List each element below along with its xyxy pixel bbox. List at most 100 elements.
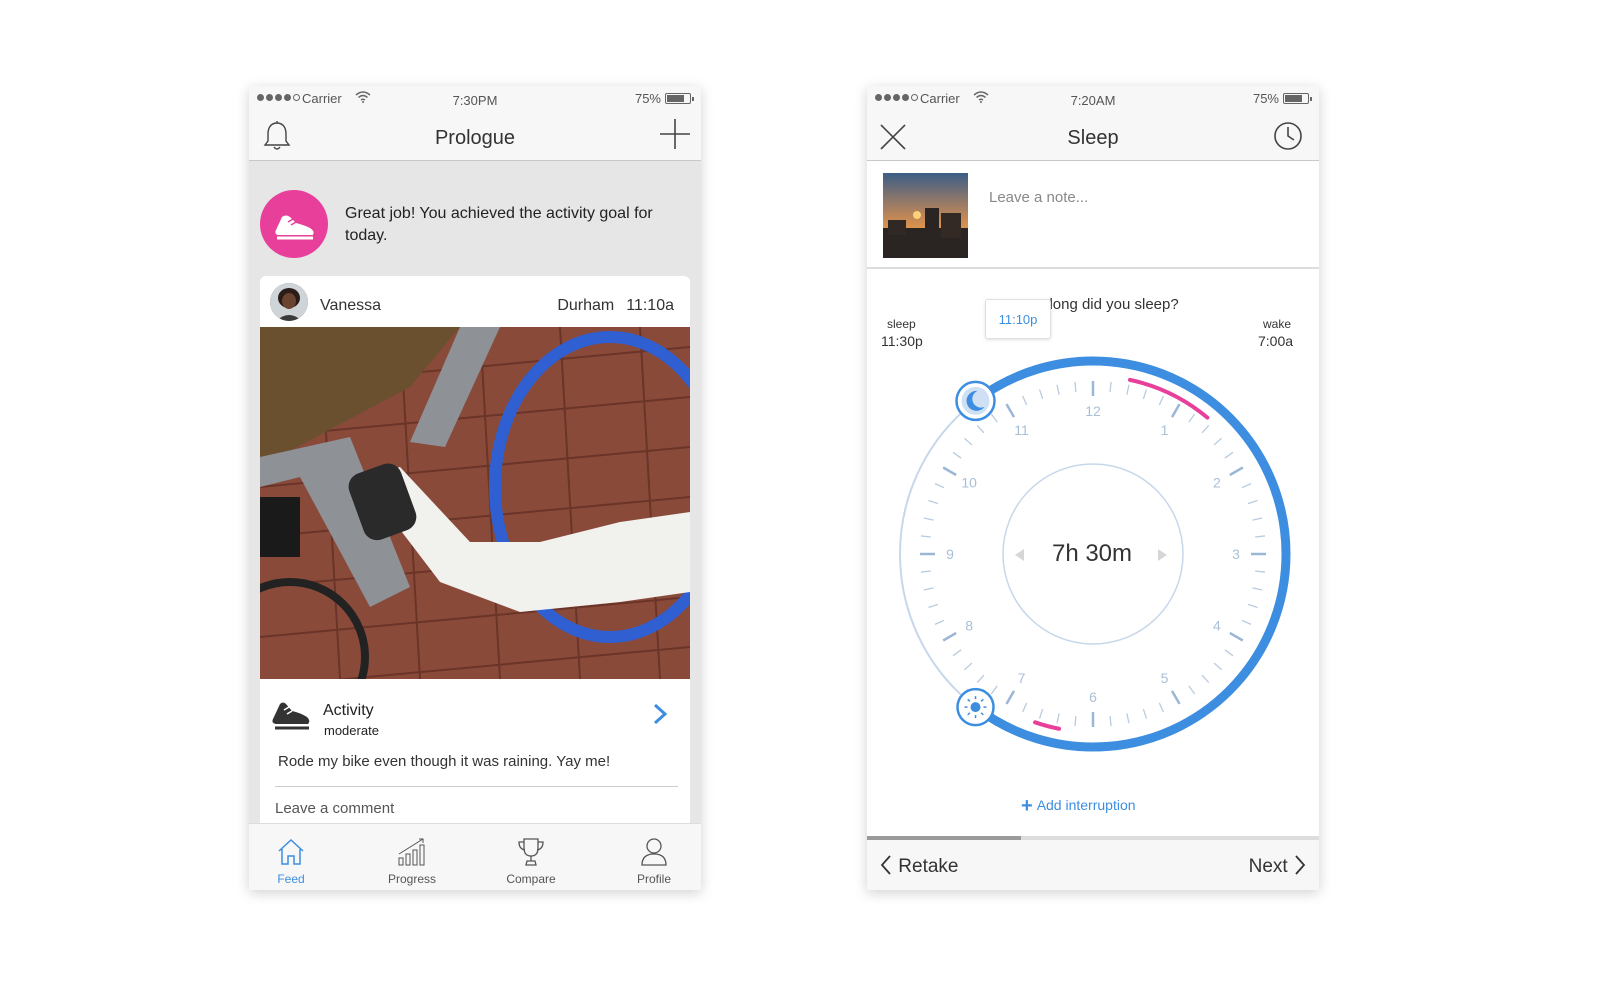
dial-tick xyxy=(942,466,957,477)
dial-tick xyxy=(1255,535,1266,538)
wake-label: wake xyxy=(1263,317,1292,331)
dial-tick xyxy=(1126,713,1130,724)
dial-tick xyxy=(1170,690,1181,705)
clock-number: 3 xyxy=(1232,546,1240,562)
goal-banner: Great job! You achieved the activity goa… xyxy=(249,162,701,272)
status-bar: Carrier 7:30PM 75% xyxy=(249,86,701,112)
dial-tick xyxy=(934,619,945,625)
dial-tick xyxy=(1241,483,1252,489)
comment-input[interactable]: Leave a comment xyxy=(275,800,675,817)
trophy-icon xyxy=(518,838,544,866)
chevron-right-icon[interactable] xyxy=(650,702,670,726)
dial-tick xyxy=(1229,631,1244,642)
dial-tick xyxy=(1252,587,1263,591)
dial-tick xyxy=(1074,716,1077,727)
dial-tick xyxy=(976,674,985,683)
dial-tick xyxy=(920,570,931,573)
retake-label: Retake xyxy=(898,856,959,877)
dial-tick xyxy=(1229,466,1244,477)
tab-bar: Feed Progress Compare Profile xyxy=(249,823,701,890)
activity-level: moderate xyxy=(324,723,379,738)
dial-tick xyxy=(1005,690,1016,705)
dial-tick xyxy=(1201,425,1210,434)
dial-tick xyxy=(952,451,962,459)
tab-label: Compare xyxy=(506,872,556,886)
battery-percent: 75% xyxy=(634,91,661,106)
dial-tick xyxy=(1224,451,1234,459)
post-photo[interactable] xyxy=(260,327,690,679)
dial-tick xyxy=(1255,570,1266,573)
shoe-icon xyxy=(275,215,314,240)
dial-tick xyxy=(923,517,934,521)
dial-tick xyxy=(1224,649,1234,657)
clock-number: 10 xyxy=(961,475,977,491)
sleep-screen: Carrier 7:20AM 75% Sleep Leave a note...… xyxy=(867,86,1319,890)
interruption-mark xyxy=(1033,720,1062,731)
dial-tick xyxy=(1056,713,1060,724)
tab-label: Feed xyxy=(277,872,305,886)
dial-tick xyxy=(1247,603,1258,609)
home-icon xyxy=(278,838,304,865)
person-icon xyxy=(641,838,667,866)
dial-tick xyxy=(942,631,957,642)
dial-tick xyxy=(964,437,973,446)
tab-profile[interactable]: Profile xyxy=(609,824,699,890)
sleep-duration: 7h 30m xyxy=(1051,540,1133,567)
post-header: Vanessa Durham 11:10a xyxy=(260,276,690,327)
dial-tick xyxy=(1158,395,1164,406)
post-time: 11:10a xyxy=(626,297,674,314)
clock-number: 4 xyxy=(1213,618,1221,634)
dial-tick xyxy=(1126,384,1130,395)
status-time: 7:30PM xyxy=(452,93,498,108)
dial-tick xyxy=(1213,437,1222,446)
dial-tick xyxy=(976,425,985,434)
plus-icon[interactable] xyxy=(658,117,692,151)
tab-feed[interactable]: Feed xyxy=(249,824,336,890)
sleep-dial[interactable]: 121234567891011 xyxy=(867,86,1319,806)
dial-tick xyxy=(1022,702,1028,713)
tab-compare[interactable]: Compare xyxy=(486,824,576,890)
nav-bar: Prologue xyxy=(249,112,701,161)
dial-tick xyxy=(934,483,945,489)
dial-tick xyxy=(1142,389,1148,400)
bar-chart-icon xyxy=(398,838,425,866)
dial-tick xyxy=(1213,662,1222,671)
dial-tick xyxy=(1170,403,1181,418)
shoe-icon xyxy=(272,702,310,730)
add-interruption-button[interactable]: + Add interruption xyxy=(1021,795,1136,818)
dial-tick xyxy=(990,413,998,423)
dial-tick xyxy=(964,662,973,671)
time-tooltip: 11:10p xyxy=(985,299,1051,339)
clock-number: 6 xyxy=(1089,689,1097,705)
dial-tick xyxy=(928,499,939,505)
clock-number: 8 xyxy=(965,618,973,634)
post-username[interactable]: Vanessa xyxy=(320,297,381,315)
tab-progress[interactable]: Progress xyxy=(367,824,457,890)
dial-tick xyxy=(1038,708,1044,719)
divider xyxy=(275,786,678,787)
chevron-left-icon xyxy=(880,855,891,875)
post-meta: Durham 11:10a xyxy=(557,297,674,315)
next-button[interactable]: Next xyxy=(1249,854,1307,878)
clock-number: 1 xyxy=(1161,422,1169,438)
increase-arrow[interactable] xyxy=(1158,549,1167,561)
clock-number: 9 xyxy=(946,546,954,562)
bottom-bar: Retake Next xyxy=(867,840,1319,890)
post-location: Durham xyxy=(557,297,615,314)
wake-time: 7:00a xyxy=(1258,333,1294,349)
dial-tick xyxy=(1038,389,1044,400)
dial-tick xyxy=(1247,499,1258,505)
activity-row[interactable]: Activity moderate xyxy=(260,681,690,741)
dial-tick xyxy=(1158,702,1164,713)
dial-tick xyxy=(923,587,934,591)
chevron-right-icon xyxy=(1295,855,1306,875)
prologue-screen: Carrier 7:30PM 75% Prologue Great job! Y… xyxy=(249,86,701,890)
feed-post-card[interactable]: Vanessa Durham 11:10a Activity moderate … xyxy=(260,276,690,836)
dial-tick xyxy=(1056,384,1060,395)
dial-tick xyxy=(990,685,998,695)
retake-button[interactable]: Retake xyxy=(879,854,958,878)
plus-icon: + xyxy=(1021,795,1033,817)
dial-tick xyxy=(1005,403,1016,418)
clock-number: 11 xyxy=(1014,422,1029,438)
avatar[interactable] xyxy=(270,283,308,321)
